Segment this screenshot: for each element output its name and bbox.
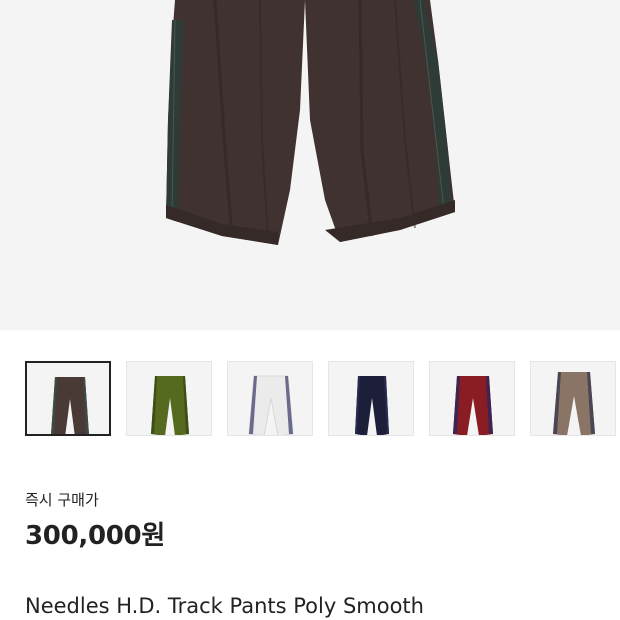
product-title: Needles H.D. Track Pants Poly Smooth (25, 594, 424, 618)
thumbnail-navy[interactable] (328, 361, 414, 436)
thumbnail-white[interactable] (227, 361, 313, 436)
product-main-image[interactable] (0, 0, 620, 330)
product-price: 300,000원 (25, 521, 165, 551)
instant-buy-price-label: 즉시 구매가 (25, 491, 99, 509)
thumbnail-brown[interactable] (25, 361, 111, 436)
pants-thumbnail-icon (151, 376, 189, 435)
pants-thumbnail-icon (248, 375, 294, 435)
pants-thumbnail-icon (453, 376, 493, 435)
track-pants-image (166, 0, 455, 245)
thumbnail-strip (25, 361, 620, 438)
pants-thumbnail-icon (51, 377, 89, 434)
thumbnail-red[interactable] (429, 361, 515, 436)
thumbnail-olive[interactable] (126, 361, 212, 436)
pants-thumbnail-icon (553, 372, 595, 435)
thumbnail-taupe[interactable] (530, 361, 616, 436)
pants-thumbnail-icon (355, 376, 389, 435)
